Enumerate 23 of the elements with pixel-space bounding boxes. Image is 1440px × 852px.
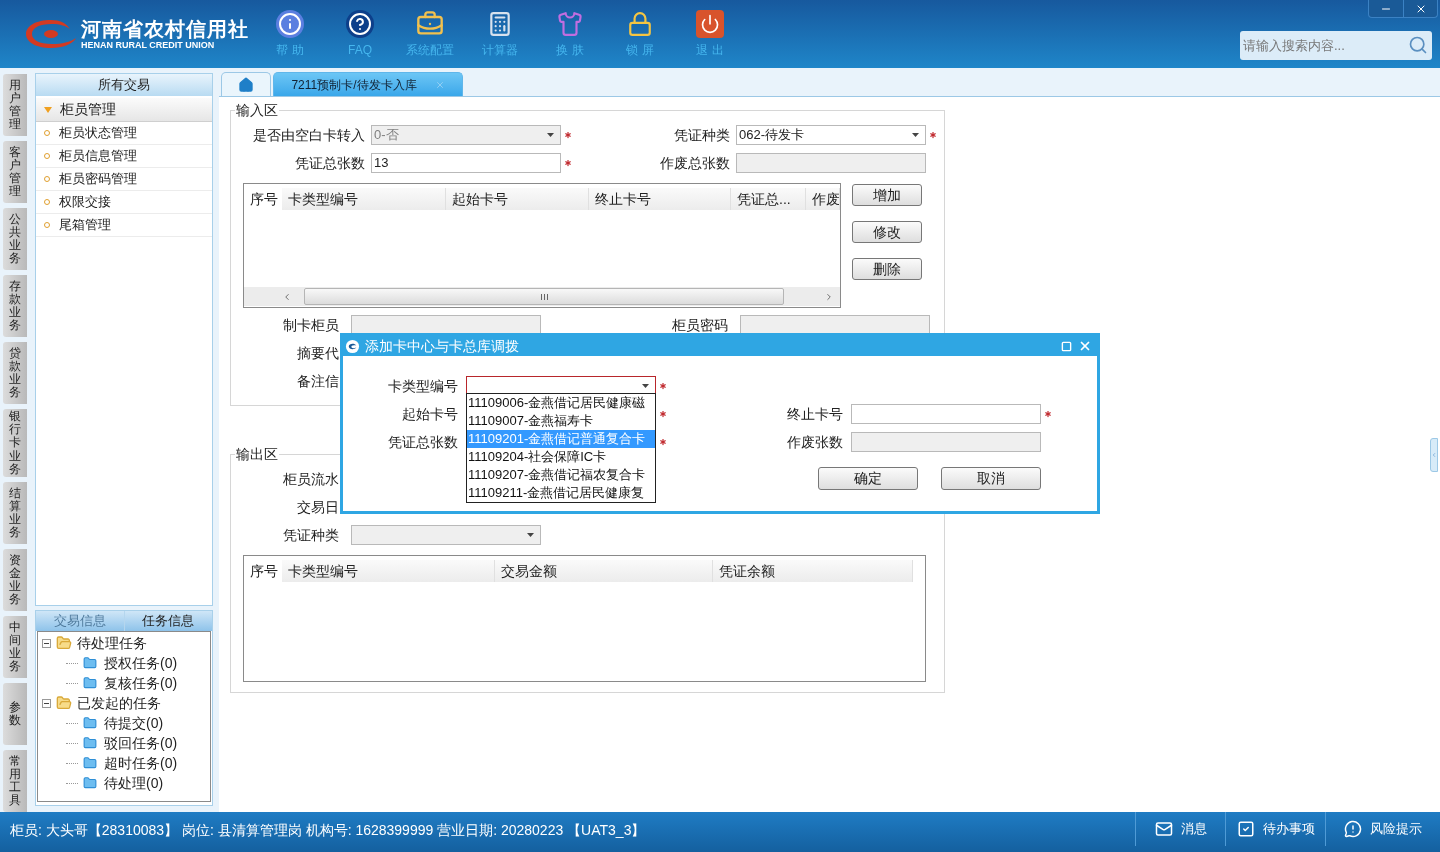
field-label: 制卡柜员 (282, 315, 339, 335)
field-label: 终止卡号 (786, 404, 843, 424)
field-label: 柜员密码 (671, 315, 728, 335)
panel-title: 所有交易 (36, 74, 212, 96)
field-label: 备注信 (296, 371, 339, 391)
field-label: 起始卡号 (401, 404, 458, 424)
field-label: 凭证总张数 (294, 153, 365, 173)
field-label: 凭证总张数 (387, 432, 458, 452)
field-label: 摘要代 (296, 343, 339, 363)
section-title: 输入区 (235, 101, 279, 120)
logo-subtitle: HENAN RURAL CREDIT UNION (81, 39, 216, 51)
field-label: 凭证种类 (673, 125, 730, 145)
field-label: 柜员流水 (282, 469, 339, 489)
field-label: 凭证种类 (282, 525, 339, 545)
section-title: 输出区 (235, 445, 279, 464)
field-label: 作废总张数 (659, 153, 730, 173)
dialog-title: 添加卡中心与卡总库调拨 (365, 336, 519, 356)
status-text: 柜员: 大头哥【28310083】 岗位: 县清算管理岗 机构号: 1628399999 营业日期: 20280223 【UAT3_3】 (10, 821, 646, 840)
field-label: 作废张数 (786, 432, 843, 452)
field-label: 卡类型编号 (387, 376, 458, 396)
logo-title: 河南省农村信用社 (81, 17, 249, 40)
field-label: 交易日 (296, 497, 339, 517)
field-label: 是否由空白卡转入 (252, 125, 365, 145)
